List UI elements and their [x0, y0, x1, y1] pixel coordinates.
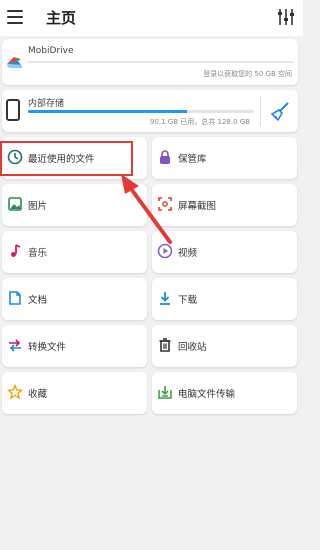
storage-name: 内部存储	[28, 99, 65, 109]
app-header: 主页	[0, 0, 303, 36]
storage-progress	[28, 110, 254, 113]
category-tile[interactable]: 转换文件	[2, 325, 147, 367]
mobidrive-card[interactable]: MobiDrive 登录以获取您的 50 GB 空间	[2, 39, 298, 85]
category-tile[interactable]: 文档	[2, 278, 147, 320]
category-tile[interactable]: 下载	[152, 278, 297, 320]
category-label: 文档	[28, 295, 48, 306]
vault-lock-icon	[160, 150, 170, 164]
storage-status: 90.1 GB 已用，总共 128.0 GB	[150, 118, 250, 126]
internal-storage-card[interactable]: 内部存储 90.1 GB 已用，总共 128.0 GB	[2, 90, 298, 132]
tune-icon[interactable]	[276, 7, 296, 27]
mobidrive-logo-icon	[7, 57, 23, 68]
highlight-box	[0, 141, 133, 176]
category-label: 视频	[178, 248, 198, 259]
category-label: 音乐	[28, 248, 48, 259]
phone-icon	[6, 99, 20, 121]
cloud-status[interactable]: 登录以获取您的 50 GB 空间	[203, 69, 292, 79]
category-label: 保管库	[178, 154, 207, 165]
cloud-progress	[28, 61, 294, 63]
category-label: 转换文件	[28, 342, 67, 353]
category-tile[interactable]: 收藏	[2, 372, 147, 414]
category-label: 屏幕截图	[178, 201, 217, 212]
category-label: 电脑文件传输	[178, 389, 236, 400]
download-icon	[160, 292, 170, 305]
category-label: 图片	[28, 201, 48, 212]
broom-clean-icon[interactable]	[270, 100, 292, 122]
trash-icon	[159, 338, 171, 352]
category-label: 回收站	[178, 342, 207, 353]
pointer-arrow	[121, 174, 172, 244]
music-note-icon	[11, 244, 21, 257]
star-icon	[7, 384, 23, 400]
divider	[260, 96, 261, 126]
convert-arrows-icon	[9, 339, 21, 352]
cloud-name: MobiDrive	[28, 46, 74, 56]
category-label: 下载	[178, 295, 198, 306]
pc-transfer-icon	[158, 386, 172, 399]
menu-icon[interactable]	[7, 10, 23, 24]
page-title: 主页	[46, 9, 77, 27]
category-tile[interactable]: 回收站	[152, 325, 297, 367]
play-circle-icon	[157, 243, 173, 259]
category-tile[interactable]: 电脑文件传输	[152, 372, 297, 414]
document-icon	[9, 291, 21, 305]
image-icon	[8, 197, 22, 211]
category-label: 收藏	[28, 389, 48, 400]
storage-progress-fill	[28, 110, 187, 113]
